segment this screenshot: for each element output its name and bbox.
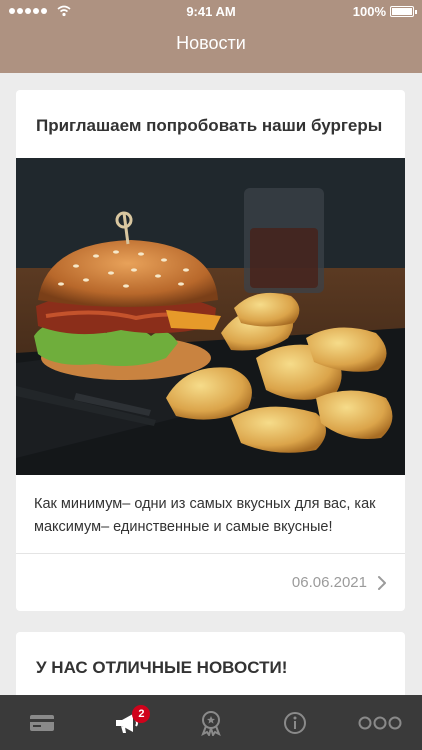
tab-more[interactable] bbox=[338, 695, 422, 750]
news-card[interactable]: У НАС ОТЛИЧНЫЕ НОВОСТИ! bbox=[16, 632, 405, 695]
battery-percent: 100% bbox=[352, 4, 386, 19]
news-text: Как минимум– одни из самых вкусных для в… bbox=[34, 496, 376, 535]
tab-loyalty-card[interactable] bbox=[0, 695, 84, 750]
battery-icon bbox=[390, 6, 417, 17]
notification-badge: 2 bbox=[132, 705, 151, 723]
news-footer[interactable]: 06.06.2021 bbox=[16, 554, 405, 611]
news-feed[interactable]: Приглашаем попробовать наши бургеры Как … bbox=[0, 73, 422, 695]
page-title: Новости bbox=[176, 33, 246, 53]
news-card[interactable]: Приглашаем попробовать наши бургеры Как … bbox=[16, 90, 405, 611]
info-icon bbox=[284, 711, 307, 734]
burger-photo bbox=[16, 158, 405, 475]
card-icon bbox=[30, 714, 55, 731]
award-icon bbox=[201, 710, 221, 736]
chevron-right-icon[interactable] bbox=[377, 575, 387, 591]
news-image bbox=[16, 158, 405, 475]
tab-news[interactable]: 2 bbox=[84, 695, 168, 750]
tab-info[interactable] bbox=[253, 695, 337, 750]
app-header: 9:41 AM 100% Новости bbox=[0, 0, 422, 73]
status-bar: 9:41 AM 100% bbox=[0, 0, 422, 24]
more-icon bbox=[358, 716, 402, 729]
tab-bar: 2 bbox=[0, 695, 422, 750]
news-title: У НАС ОТЛИЧНЫЕ НОВОСТИ! bbox=[36, 658, 288, 677]
tab-awards[interactable] bbox=[169, 695, 253, 750]
news-date: 06.06.2021 bbox=[291, 574, 367, 591]
news-title: Приглашаем попробовать наши бургеры bbox=[36, 116, 383, 135]
